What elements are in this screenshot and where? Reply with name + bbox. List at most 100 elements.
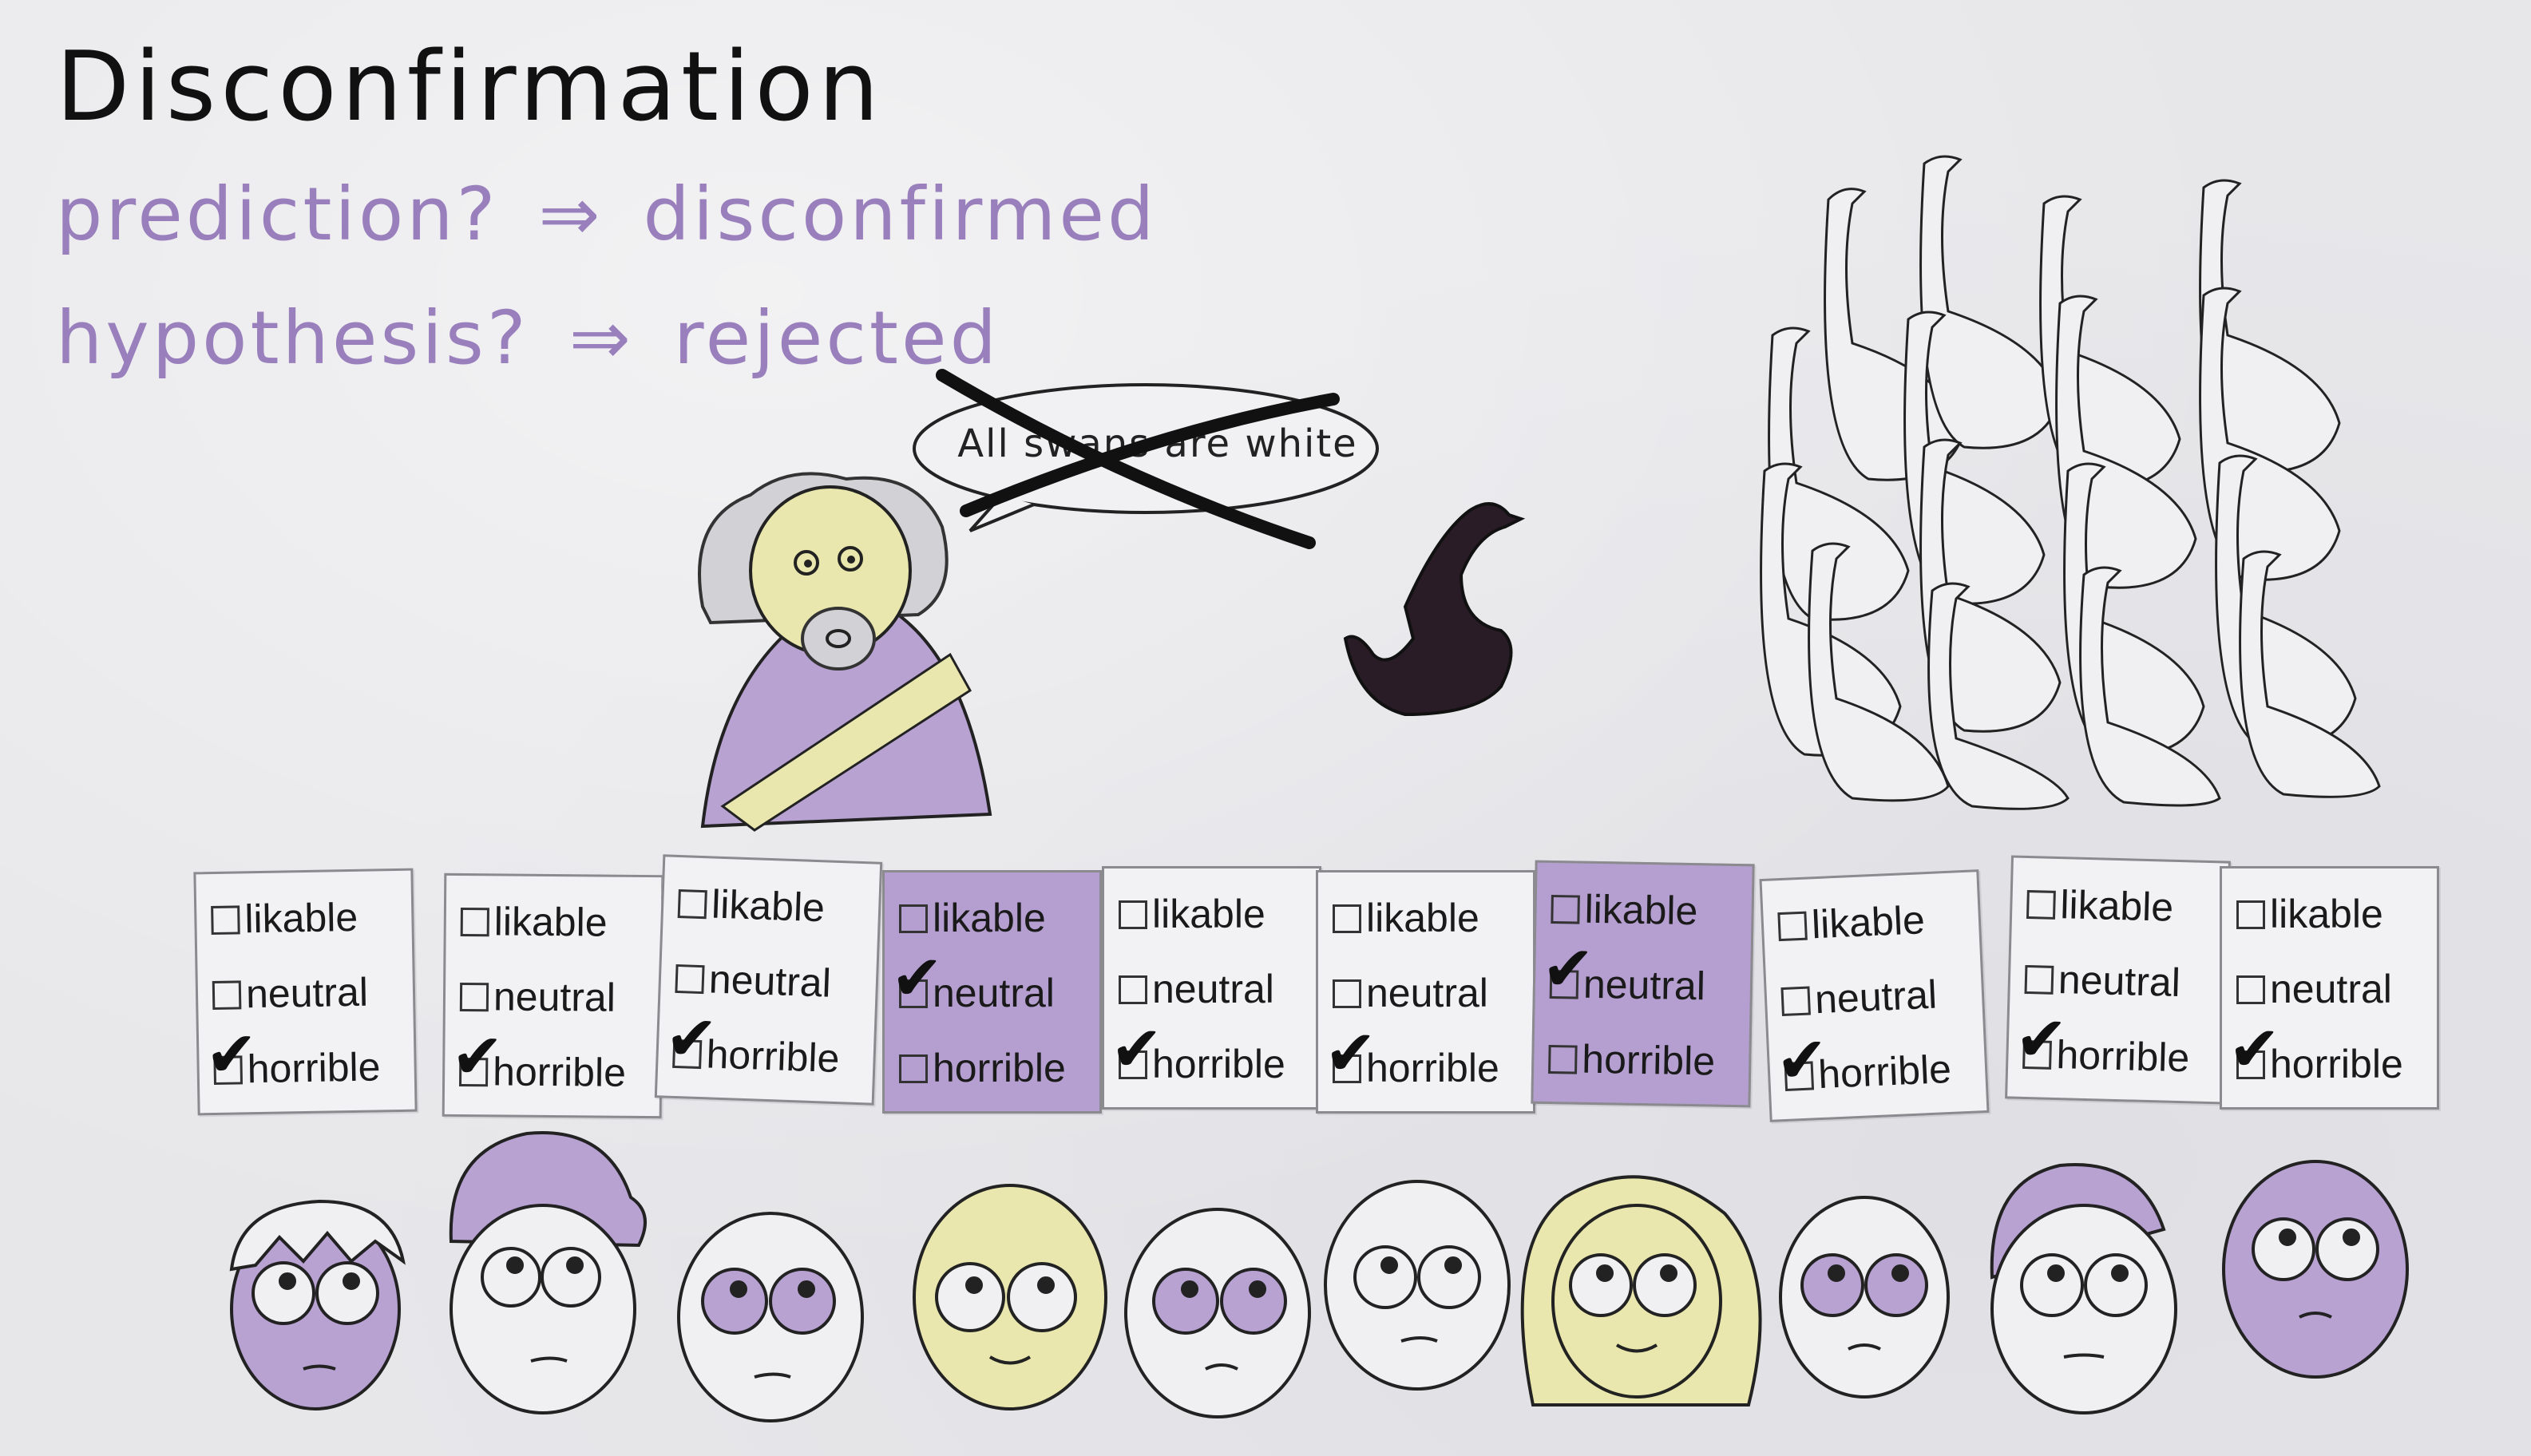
option-neutral: neutral: [212, 969, 369, 1018]
checkmark-icon: ✔: [1541, 932, 1595, 1006]
option-label: neutral: [493, 974, 616, 1020]
rating-card: likable neutral horrible ✔: [193, 868, 418, 1116]
option-label: horrible: [705, 1031, 841, 1082]
option-label: likable: [2059, 882, 2174, 930]
checkbox-icon: [2236, 975, 2265, 1004]
checkbox-icon: [460, 907, 489, 937]
option-label: horrible: [1366, 1046, 1499, 1090]
option-label: likable: [493, 899, 608, 945]
option-label: horrible: [1152, 1042, 1285, 1086]
face: [1124, 1208, 1311, 1418]
checkbox-icon: [459, 982, 489, 1012]
option-label: neutral: [245, 969, 369, 1017]
checkbox-icon: [1777, 911, 1808, 942]
option-likable: likable: [1551, 885, 1698, 934]
option-label: horrible: [933, 1046, 1066, 1090]
face: [1779, 1196, 1950, 1399]
face: [677, 1212, 864, 1422]
option-label: neutral: [708, 956, 832, 1006]
rating-card: likable neutral ✔ horrible: [1531, 860, 1755, 1108]
checkbox-icon: [899, 904, 928, 933]
checkbox-icon: [675, 963, 705, 995]
checkbox-icon: [1780, 986, 1811, 1017]
option-label: neutral: [2058, 957, 2181, 1006]
checkmark-icon: ✔: [204, 1019, 259, 1092]
rating-card: likable neutral horrible ✔: [1759, 869, 1990, 1122]
illustration: [229, 155, 2409, 1422]
option-label: neutral: [1813, 971, 1939, 1023]
rating-card: likable neutral horrible ✔: [442, 872, 664, 1119]
checkmark-icon: ✔: [1774, 1023, 1830, 1098]
option-label: neutral: [2270, 967, 2392, 1011]
option-label: neutral: [1152, 967, 1274, 1011]
option-label: horrible: [247, 1044, 381, 1092]
student-faces: [229, 1131, 2409, 1422]
option-horrible: horrible: [1548, 1035, 1716, 1085]
option-label: horrible: [492, 1049, 627, 1095]
option-neutral: neutral: [1119, 966, 1274, 1012]
option-label: horrible: [1817, 1046, 1953, 1098]
checkbox-icon: [1119, 975, 1147, 1004]
option-label: likable: [2270, 892, 2383, 936]
checkmark-icon: ✔: [663, 1002, 719, 1076]
checkbox-icon: [2026, 889, 2056, 920]
rating-card: likable neutral horrible ✔: [1316, 870, 1535, 1114]
option-label: likable: [1366, 896, 1479, 940]
checkbox-icon: [212, 980, 242, 1011]
speech-text: All swans are white: [957, 421, 1358, 466]
face: [1520, 1175, 1762, 1407]
option-label: likable: [711, 881, 826, 931]
option-neutral: neutral: [1780, 971, 1938, 1024]
option-neutral: neutral: [2236, 966, 2392, 1012]
checkbox-icon: [211, 905, 240, 936]
option-label: likable: [1810, 897, 1926, 948]
option-likable: likable: [211, 894, 358, 943]
rating-card: likable neutral horrible ✔: [654, 854, 883, 1106]
option-neutral: neutral: [459, 973, 616, 1021]
face: [1990, 1163, 2177, 1414]
option-label: horrible: [1581, 1036, 1716, 1084]
white-swan-flock: [1760, 155, 2381, 810]
option-neutral: neutral: [2024, 956, 2181, 1006]
option-label: neutral: [933, 971, 1055, 1015]
option-neutral: neutral: [675, 955, 832, 1007]
option-likable: likable: [460, 898, 608, 946]
rating-card: likable neutral horrible ✔: [2005, 855, 2231, 1105]
option-likable: likable: [899, 895, 1046, 941]
option-likable: likable: [2236, 891, 2383, 937]
checkbox-icon: [2024, 964, 2054, 995]
checkmark-icon: ✔: [1325, 1018, 1377, 1090]
checkmark-icon: ✔: [891, 943, 944, 1015]
checkbox-icon: [1551, 894, 1580, 924]
black-swan: [1343, 502, 1526, 717]
checkbox-icon: [2236, 900, 2265, 929]
option-label: likable: [1152, 892, 1266, 936]
checkbox-icon: [1119, 900, 1147, 929]
face: [229, 1199, 406, 1410]
option-neutral: neutral: [1333, 970, 1488, 1016]
checkmark-icon: ✔: [450, 1020, 505, 1094]
checkbox-icon: [899, 1054, 928, 1083]
option-horrible: horrible: [899, 1045, 1066, 1091]
option-likable: likable: [1333, 895, 1479, 941]
option-label: neutral: [1582, 961, 1706, 1009]
checkbox-icon: [1333, 979, 1361, 1008]
option-label: likable: [244, 894, 358, 942]
checkbox-icon: [1548, 1044, 1578, 1074]
face: [913, 1184, 1107, 1410]
checkmark-icon: ✔: [2014, 1003, 2069, 1077]
option-label: likable: [1584, 886, 1698, 934]
rating-card: likable neutral horrible ✔: [1102, 866, 1321, 1110]
face: [449, 1131, 647, 1414]
option-likable: likable: [1119, 891, 1266, 937]
option-label: neutral: [1366, 971, 1488, 1015]
rating-card: likable neutral horrible ✔: [2220, 866, 2439, 1110]
option-label: likable: [933, 896, 1046, 940]
option-likable: likable: [1777, 896, 1926, 949]
checkbox-icon: [677, 889, 707, 920]
option-likable: likable: [2026, 880, 2174, 931]
option-likable: likable: [677, 880, 826, 931]
checkbox-icon: [1333, 904, 1361, 933]
philosopher-figure: [698, 472, 992, 832]
face: [1324, 1180, 1511, 1391]
